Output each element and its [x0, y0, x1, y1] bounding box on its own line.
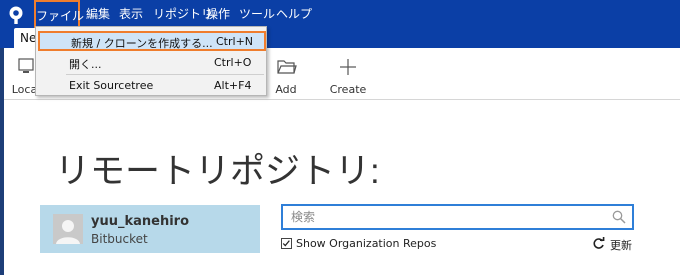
menu-view[interactable]: 表示	[119, 0, 143, 28]
menu-item-new-clone-label: 新規 / クローンを作成する...	[71, 37, 213, 50]
file-menu-dropdown: 新規 / クローンを作成する... Ctrl+N 開く... Ctrl+O Ex…	[35, 26, 267, 96]
checkmark-icon	[282, 240, 290, 247]
create-label: Create	[329, 83, 367, 96]
menu-tools[interactable]: ツール	[239, 0, 275, 28]
menu-item-exit[interactable]: Exit Sourcetree Alt+F4	[36, 76, 266, 96]
menu-item-new-clone-shortcut: Ctrl+N	[216, 35, 254, 48]
menu-item-new-clone[interactable]: 新規 / クローンを作成する... Ctrl+N	[38, 31, 266, 51]
search-input[interactable]	[283, 206, 603, 228]
account-name: yuu_kanehiro	[91, 214, 190, 229]
user-avatar-icon	[53, 214, 83, 244]
window-left-edge	[0, 48, 4, 275]
menu-actions[interactable]: 操作	[206, 0, 230, 28]
avatar	[53, 214, 83, 244]
search-box	[281, 204, 634, 230]
page-title: リモートリポジトリ:	[55, 152, 380, 191]
refresh-icon	[593, 237, 605, 249]
menu-item-open-shortcut: Ctrl+O	[214, 56, 252, 69]
create-button[interactable]: Create	[320, 48, 376, 100]
sourcetree-logo-icon	[9, 6, 23, 24]
menu-item-open-label: 開く...	[69, 58, 102, 71]
menu-help[interactable]: ヘルプ	[276, 0, 312, 28]
menu-file[interactable]: ファイル	[34, 0, 84, 28]
search-icon[interactable]	[612, 210, 626, 224]
plus-icon	[340, 59, 356, 75]
account-service: Bitbucket	[91, 232, 148, 246]
menu-edit[interactable]: 編集	[86, 0, 110, 28]
menu-item-open[interactable]: 開く... Ctrl+O	[36, 53, 266, 73]
menu-repository[interactable]: リポジトリ	[153, 0, 213, 28]
show-org-checkbox[interactable]	[281, 238, 292, 249]
menu-item-exit-shortcut: Alt+F4	[214, 79, 252, 92]
menu-separator	[66, 74, 264, 75]
refresh-label: 更新	[610, 239, 632, 252]
menu-item-exit-label: Exit Sourcetree	[69, 79, 154, 92]
menu-bar: ファイル 編集 表示 リポジトリ 操作 ツール ヘルプ	[0, 0, 680, 28]
show-org-label: Show Organization Repos	[296, 237, 437, 250]
account-card[interactable]: yuu_kanehiro Bitbucket	[40, 205, 260, 253]
